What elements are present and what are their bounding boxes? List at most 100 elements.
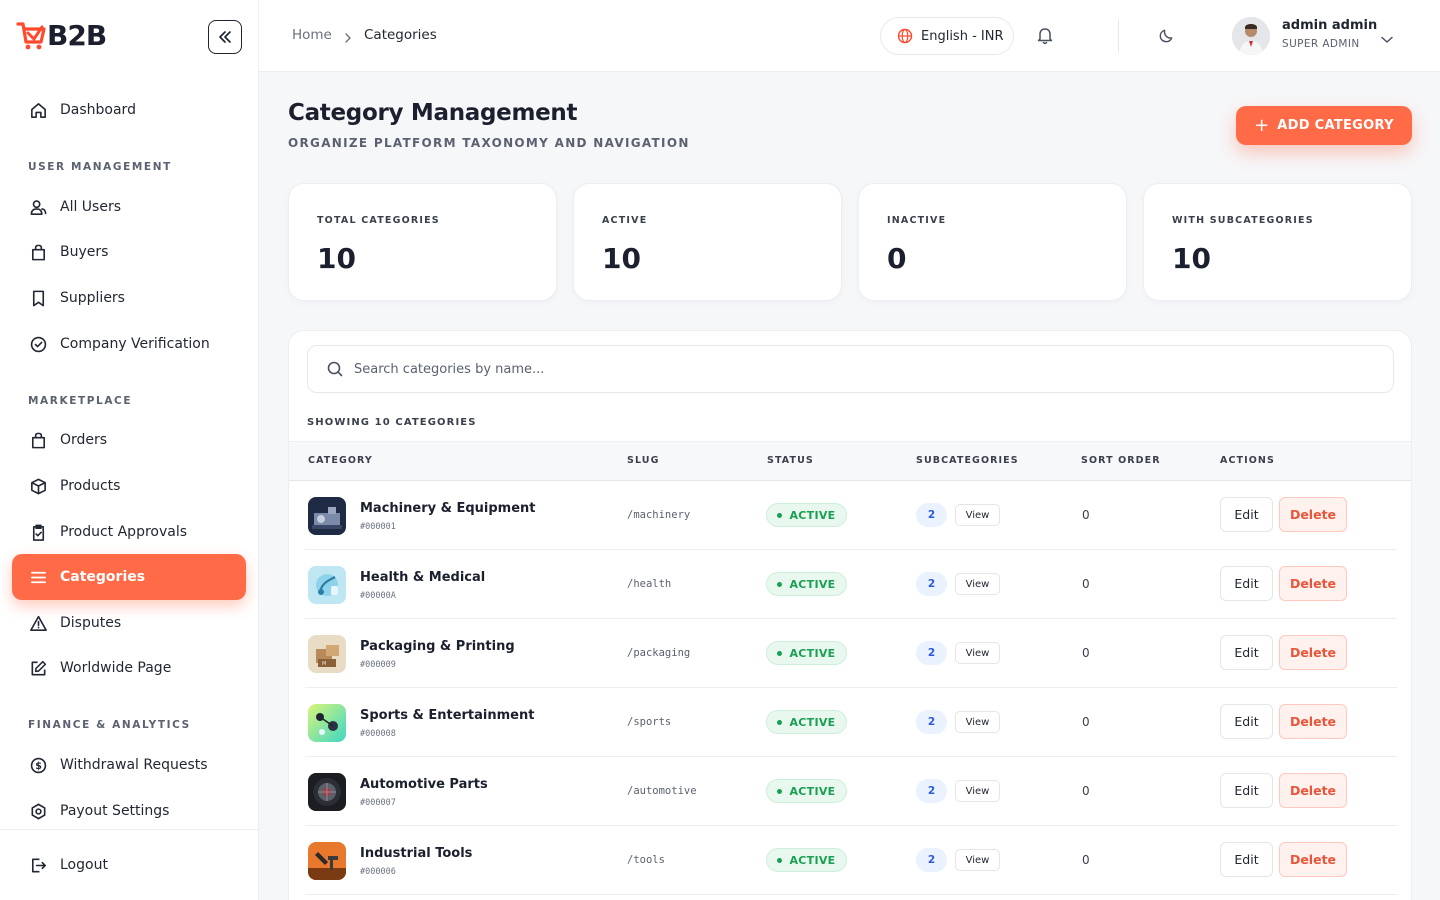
stat-card-active: ACTIVE 10 [573, 183, 842, 301]
sort-order: 0 [1082, 508, 1090, 522]
edit-button[interactable]: Edit [1220, 842, 1273, 877]
sidebar-item-disputes[interactable]: Disputes [12, 600, 246, 646]
breadcrumb-home[interactable]: Home [292, 27, 332, 43]
status-text: ACTIVE [789, 715, 836, 729]
delete-button[interactable]: Delete [1279, 773, 1347, 808]
column-category: CATEGORY [308, 455, 373, 466]
view-subcategories-button[interactable]: View [955, 504, 1000, 526]
delete-button[interactable]: Delete [1279, 704, 1347, 739]
sidebar-item-label: Payout Settings [60, 803, 170, 819]
status-dot [777, 857, 783, 863]
delete-button[interactable]: Delete [1279, 842, 1347, 877]
sidebar-item-label: Categories [60, 569, 146, 585]
sidebar-item-buyers[interactable]: Buyers [12, 229, 246, 275]
category-name: Industrial Tools [360, 846, 473, 861]
view-subcategories-button[interactable]: View [955, 642, 1000, 664]
delete-button[interactable]: Delete [1279, 566, 1347, 601]
sidebar-item-withdrawal-requests[interactable]: $ Withdrawal Requests [12, 742, 246, 788]
column-actions: ACTIONS [1220, 455, 1275, 466]
page-title: Category Management [288, 100, 578, 126]
sidebar-item-suppliers[interactable]: Suppliers [12, 275, 246, 321]
table-row: Industrial Tools #000006 /tools ACTIVE 2… [305, 826, 1397, 895]
categories-panel: SHOWING 10 CATEGORIES CATEGORY SLUG STAT… [288, 330, 1412, 900]
svg-text:M: M [322, 661, 326, 667]
sidebar-item-categories[interactable]: Categories [12, 554, 246, 600]
category-thumbnail [308, 497, 346, 535]
sidebar-item-company-verification[interactable]: Company Verification [12, 321, 246, 367]
language-selector[interactable]: English - INR [880, 17, 1014, 55]
table-row: Machinery & Equipment #000001 /machinery… [305, 481, 1397, 550]
sidebar-item-product-approvals[interactable]: Product Approvals [12, 509, 246, 555]
sidebar-item-label: Buyers [60, 244, 109, 260]
category-name: Automotive Parts [360, 777, 488, 792]
status-text: ACTIVE [789, 646, 836, 660]
edit-button[interactable]: Edit [1220, 635, 1273, 670]
category-thumbnail [308, 704, 346, 742]
sidebar-item-worldwide-page[interactable]: Worldwide Page [12, 645, 246, 691]
edit-button[interactable]: Edit [1220, 497, 1273, 532]
sort-order: 0 [1082, 784, 1090, 798]
view-subcategories-button[interactable]: View [955, 573, 1000, 595]
home-icon [28, 100, 48, 120]
notification-bell-icon[interactable] [1035, 25, 1055, 49]
check-circle-icon [28, 334, 48, 354]
category-thumbnail [308, 842, 346, 880]
view-subcategories-button[interactable]: View [955, 849, 1000, 871]
search-box[interactable] [307, 345, 1394, 393]
breadcrumb-current: Categories [364, 27, 437, 43]
edit-button[interactable]: Edit [1220, 566, 1273, 601]
delete-button[interactable]: Delete [1279, 497, 1347, 532]
search-input[interactable] [354, 361, 1254, 377]
page-subtitle: ORGANIZE PLATFORM TAXONOMY AND NAVIGATIO… [288, 136, 690, 150]
stat-value: 10 [602, 242, 641, 275]
delete-button[interactable]: Delete [1279, 635, 1347, 670]
edit-button[interactable]: Edit [1220, 773, 1273, 808]
column-status: STATUS [767, 455, 814, 466]
logout-button[interactable]: Logout [12, 842, 246, 888]
sidebar-item-products[interactable]: Products [12, 463, 246, 509]
subcategory-count-badge: 2 [916, 848, 947, 872]
view-subcategories-button[interactable]: View [955, 711, 1000, 733]
shopping-bag-icon [28, 242, 48, 262]
language-label: English - INR [921, 28, 1004, 44]
sidebar-item-label: Company Verification [60, 336, 210, 352]
sidebar-divider [0, 829, 259, 830]
category-name: Packaging & Printing [360, 639, 515, 654]
sort-order: 0 [1082, 853, 1090, 867]
chevron-right-icon [343, 29, 353, 48]
sidebar-item-dashboard[interactable]: Dashboard [12, 87, 246, 133]
subcategory-count-badge: 2 [916, 641, 947, 665]
bookmark-icon [28, 288, 48, 308]
status-badge: ACTIVE [766, 779, 847, 803]
brand-name: B2B [47, 18, 107, 52]
brand-logo[interactable]: B2B [16, 18, 107, 52]
collapse-sidebar-button[interactable] [208, 20, 242, 54]
view-subcategories-button[interactable]: View [955, 780, 1000, 802]
table-row: M Packaging & Printing #000009 /packagin… [305, 619, 1397, 688]
user-role: SUPER ADMIN [1282, 38, 1360, 50]
avatar[interactable] [1232, 17, 1270, 55]
dark-mode-moon-icon[interactable] [1157, 26, 1176, 49]
sidebar-item-label: Suppliers [60, 290, 125, 306]
add-category-button[interactable]: + ADD CATEGORY [1236, 106, 1412, 145]
table-header: CATEGORY SLUG STATUS SUBCATEGORIES SORT … [289, 441, 1411, 481]
shopping-bag-icon [28, 430, 48, 450]
sidebar-item-payout-settings[interactable]: Payout Settings [12, 788, 246, 834]
users-icon [28, 197, 48, 217]
sort-order: 0 [1082, 715, 1090, 729]
section-finance-analytics: FINANCE & ANALYTICS [28, 719, 191, 731]
category-thumbnail [308, 773, 346, 811]
logo-cart-icon [16, 18, 46, 52]
status-dot [777, 581, 783, 587]
edit-button[interactable]: Edit [1220, 704, 1273, 739]
subcategory-count-badge: 2 [916, 779, 947, 803]
sidebar-item-label: Worldwide Page [60, 660, 172, 676]
sidebar-item-orders[interactable]: Orders [12, 417, 246, 463]
category-thumbnail: M [308, 635, 346, 673]
stat-label: ACTIVE [602, 215, 648, 226]
subcategory-count-badge: 2 [916, 572, 947, 596]
chevron-down-icon[interactable] [1380, 30, 1394, 49]
showing-count: SHOWING 10 CATEGORIES [307, 417, 477, 428]
sidebar-item-all-users[interactable]: All Users [12, 184, 246, 230]
category-id: #000001 [360, 522, 396, 532]
